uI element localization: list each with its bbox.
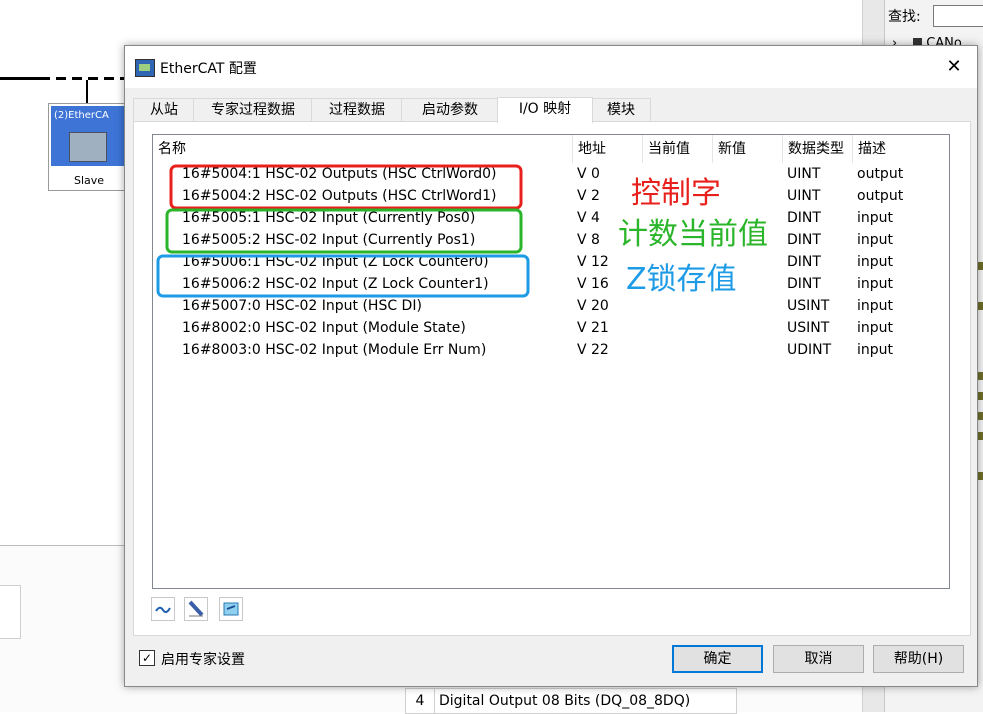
cell-description: input [857, 320, 894, 336]
table-row[interactable]: 16#5006:1 HSC-02 Input (Z Lock Counter0)… [153, 251, 949, 273]
tab-process-data[interactable]: 过程数据 [311, 98, 403, 122]
slave-node-label: (2)EtherCA [54, 110, 109, 121]
annotation-control-word: 控制字 [631, 176, 721, 211]
expert-settings-label: 启用专家设置 [161, 652, 245, 668]
cell-name: 16#8002:0 HSC-02 Input (Module State) [182, 320, 466, 336]
cell-address: V 12 [577, 254, 609, 270]
cell-name: 16#5004:2 HSC-02 Outputs (HSC CtrlWord1) [182, 188, 497, 204]
table-row[interactable]: 16#5006:2 HSC-02 Input (Z Lock Counter1)… [153, 273, 949, 295]
ethercat-app-icon [135, 59, 155, 77]
tab-startup-params[interactable]: 启动参数 [401, 98, 499, 122]
cell-data-type: DINT [787, 232, 821, 248]
cell-address: V 22 [577, 342, 609, 358]
column-header-new-value[interactable]: 新值 [713, 135, 783, 163]
edit-icon[interactable] [184, 597, 208, 621]
cell-data-type: DINT [787, 210, 821, 226]
dialog-titlebar[interactable]: EtherCAT 配置 ✕ [125, 46, 977, 88]
table-row[interactable]: 16#5004:2 HSC-02 Outputs (HSC CtrlWord1)… [153, 185, 949, 207]
tab-modules[interactable]: 模块 [591, 98, 651, 122]
cell-description: input [857, 276, 894, 292]
tab-slave[interactable]: 从站 [133, 98, 195, 122]
table-row[interactable]: 16#8002:0 HSC-02 Input (Module State) V … [153, 317, 949, 339]
plc-module-icon [69, 132, 107, 162]
cell-description: input [857, 210, 894, 226]
table-row[interactable]: 16#5004:1 HSC-02 Outputs (HSC CtrlWord0)… [153, 163, 949, 185]
cell-address: V 16 [577, 276, 609, 292]
cell-data-type: USINT [787, 298, 830, 314]
cell-name: 16#5005:1 HSC-02 Input (Currently Pos0) [182, 210, 476, 226]
cell-address: V 8 [577, 232, 600, 248]
column-header-current-value[interactable]: 当前值 [643, 135, 713, 163]
cancel-button[interactable]: 取消 [773, 645, 864, 673]
table-row[interactable]: 16#5007:0 HSC-02 Input (HSC DI) V 20 USI… [153, 295, 949, 317]
cell-data-type: DINT [787, 254, 821, 270]
column-header-description[interactable]: 描述 [853, 135, 949, 163]
lower-pane-box [0, 585, 21, 639]
table-row[interactable]: 16#5005:2 HSC-02 Input (Currently Pos1) … [153, 229, 949, 251]
table-row[interactable]: 16#8003:0 HSC-02 Input (Module Err Num) … [153, 339, 949, 361]
find-label: 查找: [888, 9, 921, 25]
bus-segment-dot [50, 76, 56, 81]
column-header-name[interactable]: 名称 [153, 135, 573, 163]
cell-name: 16#5006:1 HSC-02 Input (Z Lock Counter0) [182, 254, 489, 270]
slave-connector-line [86, 80, 88, 103]
cell-data-type: UINT [787, 188, 821, 204]
cell-description: input [857, 254, 894, 270]
cell-description: output [857, 188, 904, 204]
cell-description: input [857, 298, 894, 314]
cell-data-type: UDINT [787, 342, 832, 358]
io-mapping-grid[interactable]: 名称 地址 当前值 新值 数据类型 描述 16#5004:1 HSC-02 Ou… [152, 134, 950, 589]
bus-segment-dot [66, 76, 72, 81]
cell-address: V 21 [577, 320, 609, 336]
slave-node[interactable]: (2)EtherCA Slave [48, 103, 130, 191]
slave-caption: Slave [73, 174, 105, 187]
column-header-address[interactable]: 地址 [573, 135, 643, 163]
bus-segment-dot [98, 76, 104, 81]
close-icon[interactable]: ✕ [941, 54, 967, 80]
bus-segment-dot [114, 76, 120, 81]
cell-name: 16#8003:0 HSC-02 Input (Module Err Num) [182, 342, 487, 358]
refresh-icon[interactable] [219, 597, 243, 621]
cell-description: input [857, 342, 894, 358]
help-button[interactable]: 帮助(H) [873, 645, 964, 673]
annotation-current-count: 计数当前值 [618, 217, 768, 252]
row-text: Digital Output 08 Bits (DQ_08_8DQ) [439, 693, 691, 709]
cell-name: 16#5006:2 HSC-02 Input (Z Lock Counter1) [182, 276, 489, 292]
table-row[interactable]: 16#5005:1 HSC-02 Input (Currently Pos0) … [153, 207, 949, 229]
expert-settings-checkbox[interactable]: ✓ [139, 650, 155, 666]
cell-address: V 4 [577, 210, 600, 226]
cell-address: V 20 [577, 298, 609, 314]
ethercat-bus-line [0, 76, 135, 81]
module-list-row[interactable]: 4 Digital Output 08 Bits (DQ_08_8DQ) [405, 688, 737, 714]
dialog-title: EtherCAT 配置 [160, 61, 257, 77]
annotation-z-latch: Z锁存值 [626, 262, 737, 297]
cell-description: output [857, 166, 904, 182]
cell-address: V 0 [577, 166, 600, 182]
cell-data-type: USINT [787, 320, 830, 336]
cell-address: V 2 [577, 188, 600, 204]
tab-expert-process-data[interactable]: 专家过程数据 [193, 98, 313, 122]
cell-data-type: DINT [787, 276, 821, 292]
io-mapping-panel: 名称 地址 当前值 新值 数据类型 描述 16#5004:1 HSC-02 Ou… [133, 121, 971, 636]
cell-name: 16#5005:2 HSC-02 Input (Currently Pos1) [182, 232, 476, 248]
cell-name: 16#5007:0 HSC-02 Input (HSC DI) [182, 298, 422, 314]
tab-io-mapping[interactable]: I/O 映射 [497, 97, 593, 123]
ethercat-config-dialog: EtherCAT 配置 ✕ 从站 专家过程数据 过程数据 启动参数 I/O 映射… [124, 45, 978, 687]
ok-button[interactable]: 确定 [672, 645, 763, 673]
cell-name: 16#5004:1 HSC-02 Outputs (HSC CtrlWord0) [182, 166, 497, 182]
slave-node-body: (2)EtherCA [51, 106, 127, 166]
map-variable-icon[interactable] [151, 597, 175, 621]
find-input[interactable] [933, 5, 983, 27]
column-header-data-type[interactable]: 数据类型 [783, 135, 853, 163]
row-index: 4 [406, 689, 435, 713]
cell-data-type: UINT [787, 166, 821, 182]
cell-description: input [857, 232, 894, 248]
